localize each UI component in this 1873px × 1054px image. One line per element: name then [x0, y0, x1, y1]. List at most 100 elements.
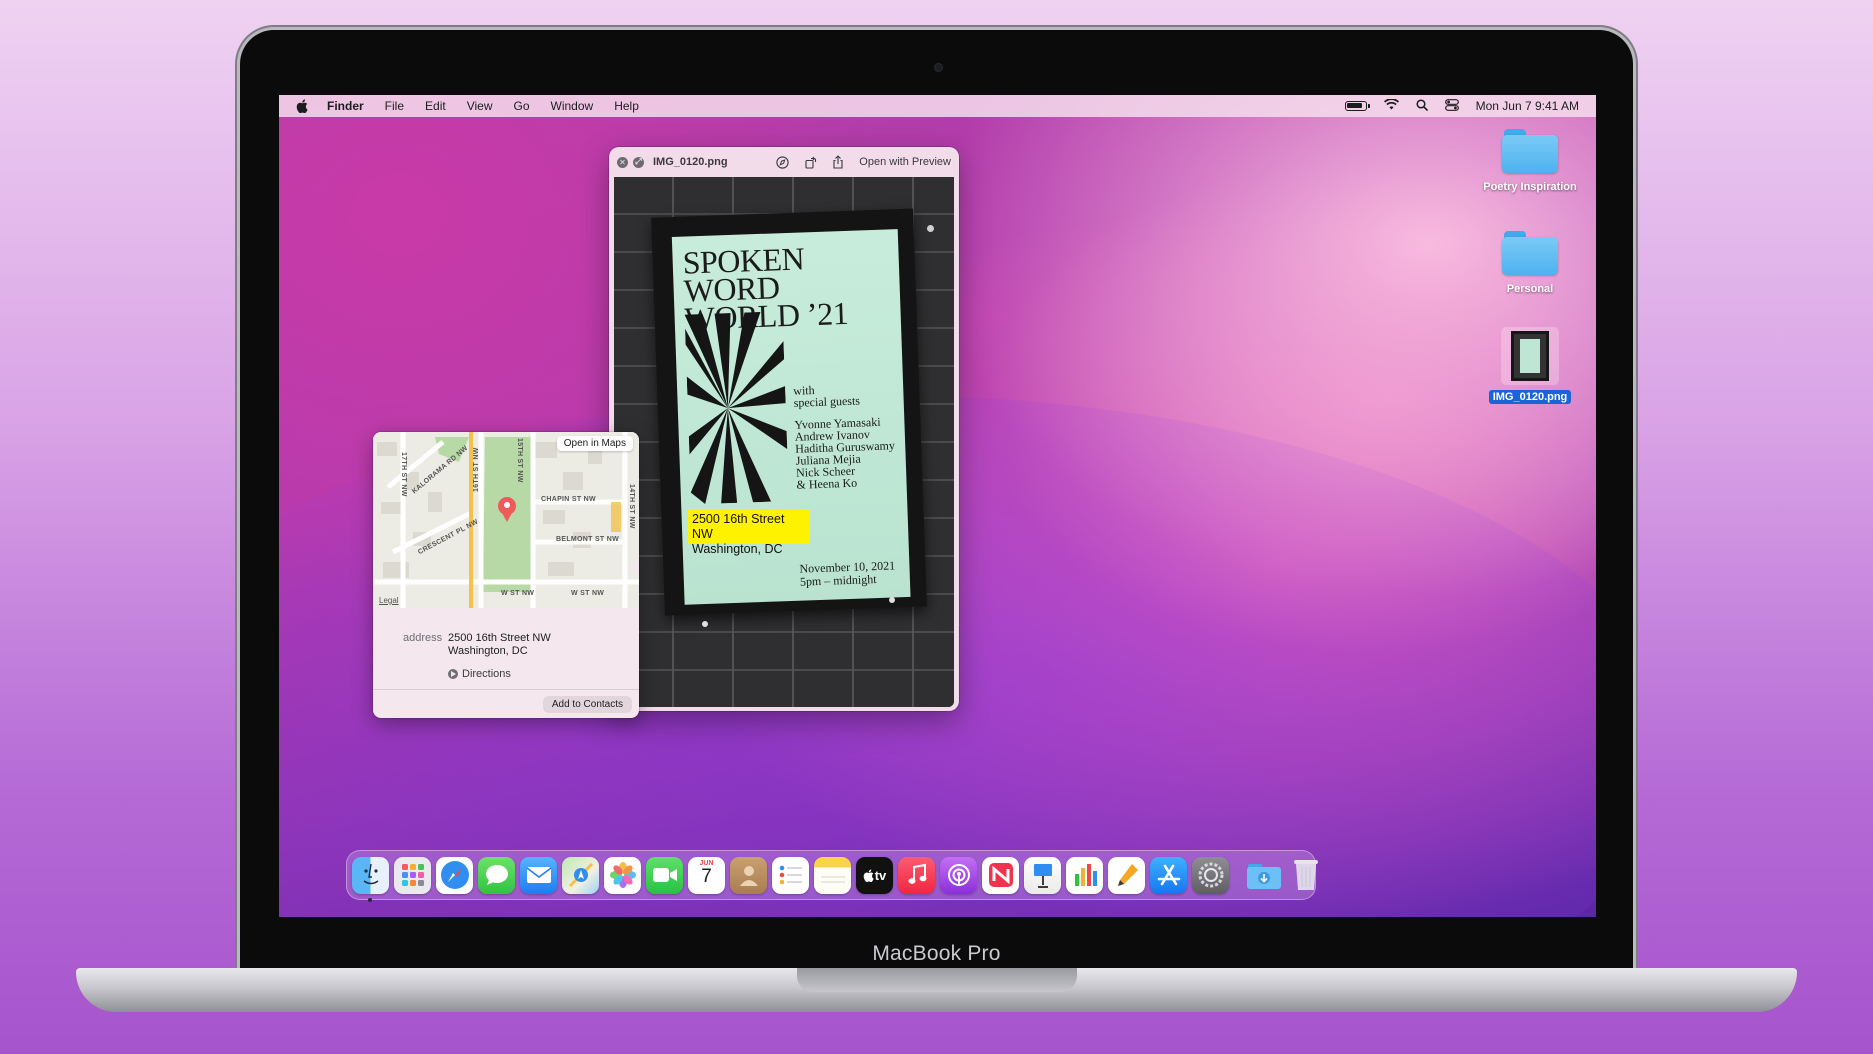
address-line: Washington, DC	[448, 645, 528, 657]
apple-icon[interactable]	[293, 99, 311, 113]
desktop-file-img-0120[interactable]: IMG_0120.png	[1475, 327, 1585, 404]
calendar-day: 7	[701, 865, 712, 887]
menu-bar: Finder File Edit View Go Window Help Mon…	[279, 95, 1596, 117]
dock-app-store-icon[interactable]	[1150, 856, 1187, 894]
address-value[interactable]: 2500 16th Street NW Washington, DC	[448, 632, 551, 658]
live-text-line: 2500 16th Street NW	[692, 512, 785, 541]
menu-go[interactable]: Go	[514, 99, 530, 113]
open-with-preview-button[interactable]: Open with Preview	[859, 156, 951, 168]
desktop-folder-personal[interactable]: Personal	[1475, 231, 1585, 295]
legal-link[interactable]: Legal	[379, 596, 399, 605]
control-center-icon[interactable]	[1444, 98, 1459, 114]
directions-button[interactable]: Directions	[448, 668, 511, 680]
poster-guests: with special guests Yvonne Yamasaki Andr…	[793, 381, 907, 492]
dock-finder-icon[interactable]	[352, 856, 389, 902]
map-preview[interactable]: 16TH ST NW 15TH ST NW 14TH ST NW 17TH ST…	[373, 432, 639, 608]
camera	[934, 63, 943, 72]
street-label: 16TH ST NW	[473, 447, 480, 492]
directions-icon	[448, 669, 458, 679]
dock-facetime-icon[interactable]	[646, 856, 683, 894]
dock-tv-icon[interactable]: tv	[856, 856, 893, 894]
street-label: W ST NW	[501, 590, 535, 597]
street-label: 15TH ST NW	[516, 438, 523, 483]
poster-date-line: 5pm – midnight	[799, 572, 877, 589]
dock-trash-icon[interactable]	[1287, 857, 1324, 894]
address-line: 2500 16th Street NW	[448, 632, 551, 644]
street-label: W ST NW	[571, 590, 605, 597]
desktop-icon-label: Personal	[1506, 283, 1554, 295]
live-text-highlight[interactable]: 2500 16th Street NW Washington, DC	[688, 510, 810, 556]
open-in-maps-button[interactable]: Open in Maps	[556, 436, 633, 451]
menu-help[interactable]: Help	[614, 99, 639, 113]
dock: JUN 7 tv	[346, 850, 1318, 902]
dock-downloads-icon[interactable]	[1245, 857, 1282, 894]
menu-view[interactable]: View	[467, 99, 493, 113]
menu-window[interactable]: Window	[551, 99, 594, 113]
quicklook-tools: Open with Preview	[775, 155, 951, 169]
poster-date: November 10, 2021 5pm – midnight	[799, 558, 896, 589]
poster-guest: & Heena Ko	[796, 475, 858, 492]
address-key: address	[403, 632, 443, 644]
poster-with-line: special guests	[793, 393, 861, 410]
divider	[373, 689, 639, 690]
desktop-icon-label: IMG_0120.png	[1488, 390, 1572, 404]
map-graphic	[373, 432, 639, 608]
dock-reminders-icon[interactable]	[772, 856, 809, 894]
dock-mail-icon[interactable]	[520, 856, 557, 894]
wifi-icon[interactable]	[1383, 98, 1399, 113]
dock-launchpad-icon[interactable]	[394, 856, 431, 894]
running-indicator	[368, 897, 372, 902]
dock-maps-icon[interactable]	[562, 856, 599, 894]
quicklook-toolbar: ✕ ⤢ IMG_0120.png Open with Preview	[609, 147, 959, 177]
dock-photos-icon[interactable]	[604, 856, 641, 894]
directions-label: Directions	[462, 668, 511, 680]
share-icon[interactable]	[831, 155, 845, 169]
add-to-contacts-button[interactable]: Add to Contacts	[543, 697, 631, 712]
menu-edit[interactable]: Edit	[425, 99, 446, 113]
dock-news-icon[interactable]	[982, 856, 1019, 894]
dock-pages-icon[interactable]	[1108, 856, 1145, 894]
quicklook-window: ✕ ⤢ IMG_0120.png Open with Preview SPOKE…	[609, 147, 959, 711]
dock-music-icon[interactable]	[898, 856, 935, 894]
fullscreen-icon[interactable]: ⤢	[633, 156, 644, 168]
poster-mount-icon	[927, 225, 934, 232]
quicklook-filename: IMG_0120.png	[653, 156, 728, 168]
dock-contacts-icon[interactable]	[730, 856, 767, 894]
dock-keynote-icon[interactable]	[1024, 856, 1061, 894]
macbook-notch	[797, 968, 1077, 992]
address-popover: 16TH ST NW 15TH ST NW 14TH ST NW 17TH ST…	[373, 432, 639, 718]
battery-icon[interactable]	[1344, 101, 1370, 111]
folder-icon	[1502, 129, 1558, 173]
menu-extras: Mon Jun 7 9:41 AM	[1344, 98, 1579, 114]
dock-system-preferences-icon[interactable]	[1192, 856, 1229, 894]
menu-file[interactable]: File	[385, 99, 404, 113]
desktop-icon-label: Poetry Inspiration	[1483, 181, 1577, 193]
dock-numbers-icon[interactable]	[1066, 856, 1103, 894]
rotate-icon[interactable]	[803, 155, 817, 169]
search-icon[interactable]	[1416, 98, 1428, 114]
menu-clock[interactable]: Mon Jun 7 9:41 AM	[1476, 99, 1579, 113]
street-label: CHAPIN ST NW	[541, 496, 596, 503]
folder-icon	[1502, 231, 1558, 275]
dock-safari-icon[interactable]	[436, 856, 473, 894]
dock-calendar-icon[interactable]: JUN 7	[688, 856, 725, 894]
close-icon[interactable]: ✕	[617, 156, 628, 168]
tv-label: tv	[874, 867, 887, 883]
markup-icon[interactable]	[775, 155, 789, 169]
dock-notes-icon[interactable]	[814, 856, 851, 894]
street-label: BELMONT ST NW	[556, 536, 620, 543]
street-label: 14TH ST NW	[628, 484, 635, 529]
dock-podcasts-icon[interactable]	[940, 856, 977, 894]
device-label: MacBook Pro	[872, 942, 1001, 965]
poster-screw-icon	[702, 621, 708, 627]
menu-app-name[interactable]: Finder	[327, 99, 364, 113]
quicklook-image: SPOKEN WORD WORLD ’21 with special guest…	[614, 177, 954, 707]
poster-title-line: SPOKEN WORD	[682, 240, 805, 309]
image-thumbnail-icon	[1501, 327, 1559, 385]
desktop-folder-poetry-inspiration[interactable]: Poetry Inspiration	[1475, 129, 1585, 193]
dock-messages-icon[interactable]	[478, 856, 515, 894]
street-label: 17TH ST NW	[400, 452, 407, 497]
screen: Finder File Edit View Go Window Help Mon…	[279, 95, 1596, 917]
live-text-line: Washington, DC	[692, 542, 783, 556]
poster-screw-icon	[889, 597, 895, 603]
